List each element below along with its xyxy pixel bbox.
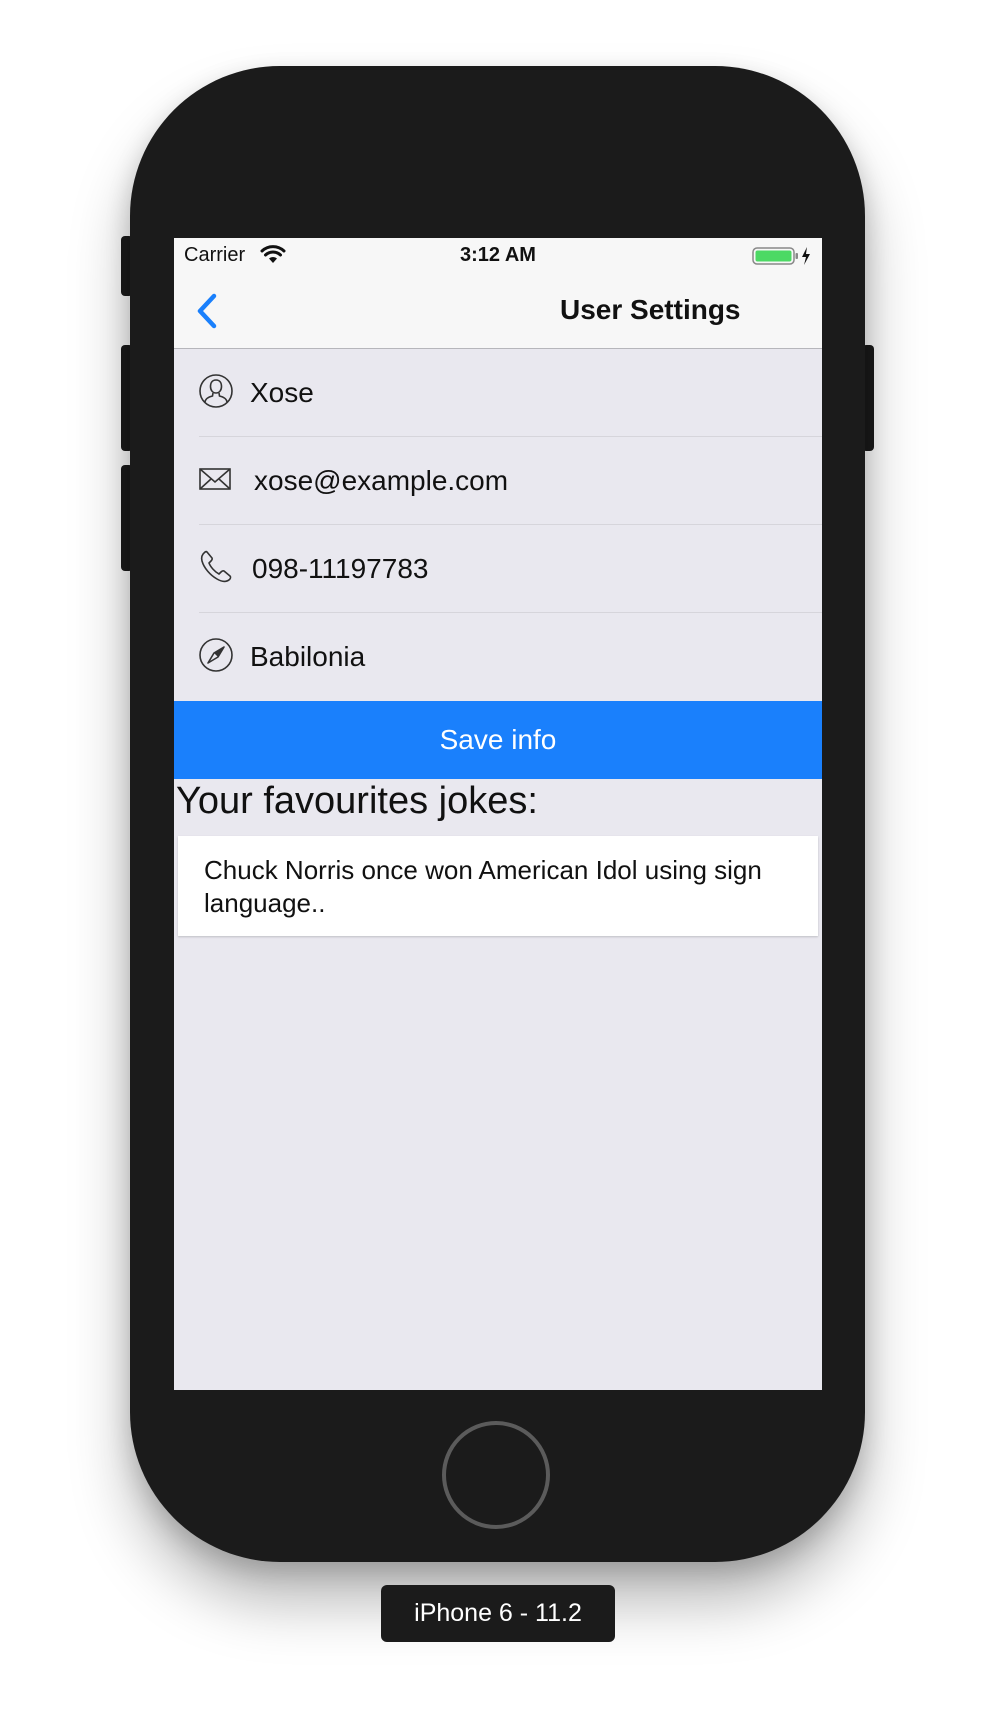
chevron-left-icon[interactable] xyxy=(194,292,220,330)
phone-field[interactable]: 098-11197783 xyxy=(252,553,428,585)
simulator-stage: Carrier 3:12 AM User Settings Xose xose@… xyxy=(0,0,994,1722)
user-settings-form: Xose xose@example.com 098-11197783 Babil… xyxy=(174,349,822,701)
home-button[interactable] xyxy=(442,1421,550,1529)
app-screen: Carrier 3:12 AM User Settings Xose xose@… xyxy=(174,238,822,1390)
user-icon xyxy=(199,374,233,408)
save-info-button[interactable]: Save info xyxy=(174,701,822,779)
envelope-icon xyxy=(199,468,231,490)
location-row: Babilonia xyxy=(174,613,822,701)
phone-row: 098-11197783 xyxy=(174,525,822,613)
status-bar: Carrier 3:12 AM xyxy=(174,238,822,274)
email-row: xose@example.com xyxy=(174,437,822,525)
page-title: User Settings xyxy=(560,294,741,325)
jokes-heading: Your favourites jokes: xyxy=(176,780,538,822)
location-field[interactable]: Babilonia xyxy=(250,641,365,673)
navigation-bar: User Settings xyxy=(174,274,822,349)
battery-charging-icon xyxy=(752,247,810,265)
joke-list-item[interactable]: Chuck Norris once won American Idol usin… xyxy=(178,836,818,936)
name-field[interactable]: Xose xyxy=(250,377,314,409)
phone-icon xyxy=(200,550,232,583)
compass-icon xyxy=(199,638,233,672)
device-label: iPhone 6 - 11.2 xyxy=(381,1585,615,1642)
email-field[interactable]: xose@example.com xyxy=(254,465,508,497)
status-time: 3:12 AM xyxy=(460,244,536,266)
name-row: Xose xyxy=(174,349,822,437)
